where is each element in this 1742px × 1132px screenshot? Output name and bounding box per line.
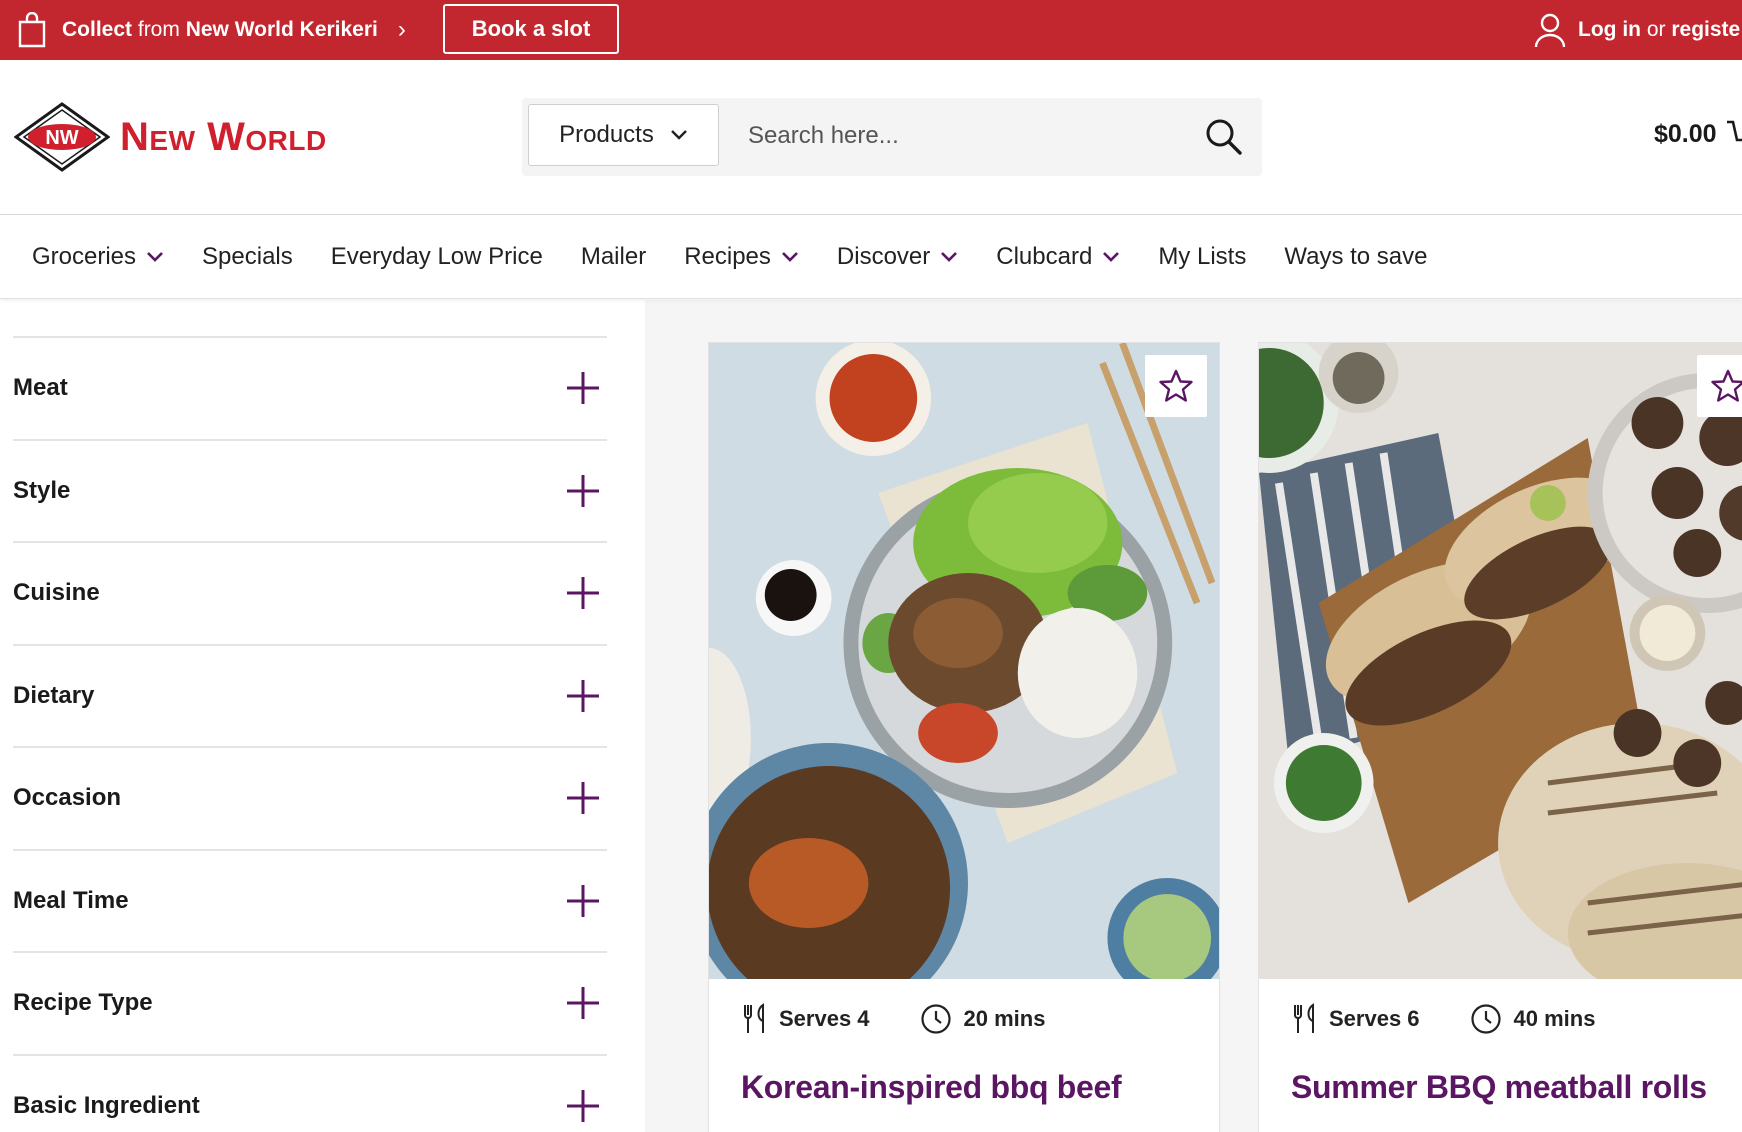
- nav-specials[interactable]: Specials: [202, 243, 293, 271]
- shopping-bag-icon: [18, 12, 46, 48]
- cart-total: $0.00: [1654, 119, 1717, 148]
- recipe-title[interactable]: Summer BBQ meatball rolls: [1291, 1069, 1707, 1106]
- logo-badge-text: NW: [45, 127, 78, 149]
- plus-icon: [567, 1089, 599, 1122]
- cutlery-icon: [1294, 1003, 1314, 1033]
- filter-label: Basic Ingredient: [13, 1091, 200, 1119]
- plus-icon: [567, 474, 599, 507]
- user-icon: [1534, 13, 1566, 48]
- filter-recipe-type[interactable]: Recipe Type: [13, 953, 607, 1056]
- nav-recipes[interactable]: Recipes: [684, 243, 799, 271]
- chevron-down-icon: [941, 251, 958, 262]
- nav-label: My Lists: [1158, 242, 1247, 270]
- filter-basic-ingredient[interactable]: Basic Ingredient: [13, 1056, 607, 1132]
- nav-label: Ways to save: [1284, 242, 1428, 270]
- plus-icon: [567, 372, 599, 405]
- book-slot-button[interactable]: Book a slot: [443, 4, 619, 54]
- top-bar: Collect from New World Kerikeri › Book a…: [0, 0, 1742, 60]
- cart-summary[interactable]: $0.00: [1654, 118, 1742, 150]
- chevron-down-icon: [147, 251, 163, 262]
- star-icon: [1711, 369, 1742, 402]
- collect-from: from: [137, 18, 180, 41]
- filter-label: Meal Time: [13, 886, 129, 914]
- collect-store-link[interactable]: Collect from New World Kerikeri ›: [16, 0, 406, 60]
- nw-logo-icon: NW: [14, 102, 110, 172]
- new-world-logo[interactable]: NW New World: [14, 102, 327, 172]
- search-button[interactable]: [1202, 116, 1244, 158]
- filter-occasion[interactable]: Occasion: [13, 748, 607, 851]
- serves-text: Serves 6: [1329, 1006, 1420, 1031]
- site-header: NW New World Products $0.00: [0, 60, 1742, 215]
- login-link[interactable]: Log in: [1578, 18, 1641, 41]
- filter-label: Dietary: [13, 681, 95, 709]
- nav-my-lists[interactable]: My Lists: [1158, 243, 1246, 271]
- register-link[interactable]: registe: [1671, 18, 1740, 41]
- logo-wordmark: New World: [120, 114, 327, 159]
- nav-label: Everyday Low Price: [330, 242, 543, 270]
- search-icon: [1206, 119, 1242, 155]
- favourite-button[interactable]: [1697, 355, 1742, 417]
- recipe-grid: Serves 4 20 mins Korean-inspired bbq bee…: [645, 300, 1742, 1132]
- filter-cuisine[interactable]: Cuisine: [13, 543, 607, 646]
- cutlery-icon: [744, 1003, 764, 1033]
- recipe-title[interactable]: Korean-inspired bbq beef: [741, 1069, 1122, 1106]
- recipe-card[interactable]: Serves 4 20 mins Korean-inspired bbq bee…: [708, 342, 1220, 1132]
- filter-label: Cuisine: [13, 579, 100, 607]
- filter-meat[interactable]: Meat: [13, 338, 607, 441]
- or-text: or: [1646, 18, 1666, 41]
- plus-icon: [567, 782, 599, 815]
- plus-icon: [567, 987, 599, 1020]
- nav-mailer[interactable]: Mailer: [581, 243, 646, 271]
- chevron-right-icon: ›: [397, 16, 406, 43]
- filter-dietary[interactable]: Dietary: [13, 646, 607, 748]
- serves-text: Serves 4: [779, 1006, 870, 1031]
- clock-icon: [1470, 1004, 1501, 1034]
- filter-label: Occasion: [13, 784, 122, 812]
- collect-label: Collect: [62, 18, 133, 41]
- star-icon: [1159, 369, 1193, 402]
- filter-style[interactable]: Style: [13, 441, 607, 543]
- filter-label: Style: [13, 476, 71, 504]
- chevron-down-icon: [1103, 251, 1120, 262]
- favourite-button[interactable]: [1145, 355, 1207, 417]
- filter-meal-time[interactable]: Meal Time: [13, 851, 607, 953]
- store-name: New World Kerikeri: [185, 18, 378, 41]
- nav-label: Mailer: [580, 242, 647, 270]
- clock-icon: [920, 1004, 951, 1034]
- main-nav: Groceries Specials Everyday Low Price Ma…: [0, 215, 1742, 299]
- filter-list: Meat Style Cuisine Dietary Occasion Meal…: [13, 336, 607, 1132]
- filter-label: Meat: [13, 374, 68, 402]
- nav-label: Specials: [202, 242, 293, 270]
- search-bar: Products: [522, 98, 1262, 176]
- nav-label: Discover: [836, 242, 931, 270]
- recipe-image[interactable]: [1259, 343, 1742, 979]
- chevron-down-icon: [671, 130, 687, 140]
- login-register[interactable]: Log in or registe: [1534, 0, 1740, 60]
- filter-sidebar: Meat Style Cuisine Dietary Occasion Meal…: [0, 300, 645, 1132]
- nav-clubcard[interactable]: Clubcard: [996, 243, 1120, 271]
- time-text: 40 mins: [1513, 1006, 1596, 1031]
- plus-icon: [567, 679, 599, 712]
- nav-label: Recipes: [684, 242, 771, 270]
- recipe-meta: Serves 6 40 mins: [1293, 1003, 1595, 1035]
- nav-label: Groceries: [32, 242, 137, 270]
- recipe-meta: Serves 4 20 mins: [743, 1003, 1045, 1035]
- plus-icon: [567, 884, 599, 917]
- filter-label: Recipe Type: [13, 989, 153, 1017]
- search-category-label: Products: [559, 121, 654, 148]
- recipe-card[interactable]: Serves 6 40 mins Summer BBQ meatball rol…: [1258, 342, 1742, 1132]
- nav-ways-to-save[interactable]: Ways to save: [1284, 243, 1427, 271]
- nav-discover[interactable]: Discover: [837, 243, 958, 271]
- nav-groceries[interactable]: Groceries: [32, 243, 164, 271]
- cart-icon: [1726, 120, 1742, 142]
- plus-icon: [567, 577, 599, 610]
- time-text: 20 mins: [963, 1006, 1046, 1031]
- search-input[interactable]: [748, 108, 1188, 164]
- recipe-image[interactable]: [709, 343, 1219, 979]
- nav-label: Clubcard: [996, 242, 1093, 270]
- nav-everyday-low-price[interactable]: Everyday Low Price: [331, 243, 543, 271]
- search-category-dropdown[interactable]: Products: [528, 104, 719, 166]
- chevron-down-icon: [781, 251, 798, 262]
